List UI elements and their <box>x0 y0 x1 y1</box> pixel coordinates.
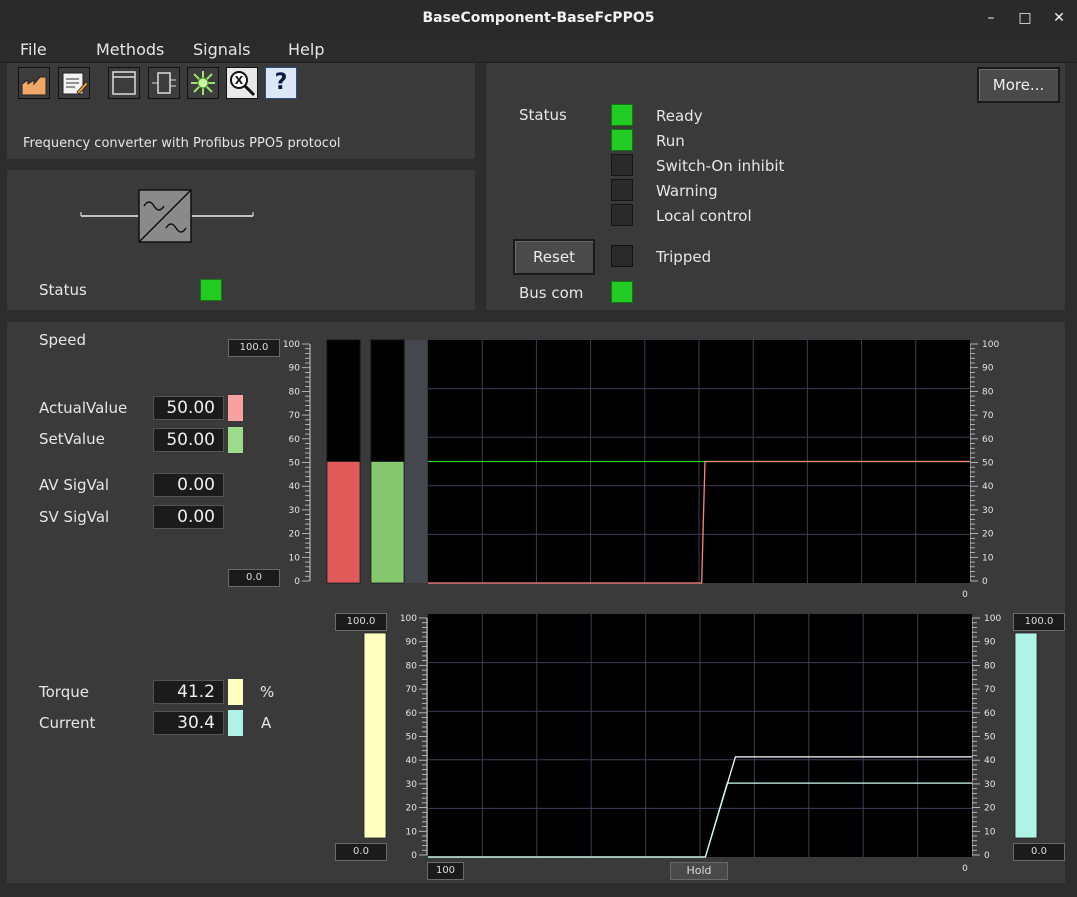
speed-right-tick-label: 0 <box>982 577 988 587</box>
speed-left-tick-label: 10 <box>289 553 301 563</box>
speed-left-tick-label: 30 <box>289 506 301 516</box>
lower-time-end-label: 0 <box>962 864 968 874</box>
speed-right-tick-label: 60 <box>982 435 994 445</box>
lower-right-tick-label: 70 <box>984 685 996 695</box>
lower-left-tick-label: 70 <box>406 685 418 695</box>
speed-right-tick-label: 20 <box>982 530 994 540</box>
speed-right-tick-label: 90 <box>982 364 994 374</box>
lower-right-tick-label: 20 <box>984 804 996 814</box>
speed-right-tick-label: 10 <box>982 553 994 563</box>
lower-left-tick-label: 50 <box>406 733 418 743</box>
lower-left-tick-label: 100 <box>400 614 417 624</box>
lower-right-tick-label: 90 <box>984 638 996 648</box>
lower-right-tick-label: 0 <box>984 851 990 861</box>
speed-actual-bar <box>326 461 361 584</box>
lower-right-tick-label: 10 <box>984 827 996 837</box>
speed-time-end-label: 0 <box>962 590 968 600</box>
speed-right-tick-label: 50 <box>982 459 994 469</box>
speed-right-tick-label: 40 <box>982 482 994 492</box>
speed-right-tick-label: 100 <box>982 340 999 350</box>
speed-right-axis: 0 10 20 30 40 50 60 70 80 90 100 <box>969 340 999 587</box>
speed-left-tick-label: 90 <box>289 364 301 374</box>
speed-left-tick-label: 50 <box>289 459 301 469</box>
current-scale-bar <box>1014 632 1038 839</box>
lower-left-tick-label: 60 <box>406 709 418 719</box>
speed-left-tick-label: 0 <box>294 577 300 587</box>
lower-left-tick-label: 0 <box>411 851 417 861</box>
speed-left-tick-label: 70 <box>289 411 301 421</box>
torque-scale-bar <box>363 632 387 839</box>
speed-left-tick-label: 20 <box>289 530 301 540</box>
lower-left-axis: 0 10 20 30 40 50 60 70 80 90 100 <box>400 614 428 861</box>
lower-left-tick-label: 10 <box>406 827 418 837</box>
lower-right-tick-label: 40 <box>984 756 996 766</box>
lower-left-tick-label: 20 <box>406 804 418 814</box>
lower-left-tick-label: 90 <box>406 638 418 648</box>
lower-right-tick-label: 60 <box>984 709 996 719</box>
lower-right-tick-label: 100 <box>984 614 1001 624</box>
lower-right-tick-label: 50 <box>984 733 996 743</box>
speed-left-tick-label: 100 <box>283 340 300 350</box>
speed-right-tick-label: 80 <box>982 387 994 397</box>
speed-left-tick-label: 60 <box>289 435 301 445</box>
lower-left-tick-label: 80 <box>406 661 418 671</box>
speed-set-bar <box>370 461 405 584</box>
speed-left-tick-label: 80 <box>289 387 301 397</box>
charts-layer: 0102030405060708090100010203040506070809… <box>283 339 1038 874</box>
lower-left-tick-label: 30 <box>406 780 418 790</box>
speed-right-tick-label: 30 <box>982 506 994 516</box>
lower-right-axis: 0 10 20 30 40 50 60 70 80 90 100 <box>971 614 1001 861</box>
lower-right-tick-label: 80 <box>984 661 996 671</box>
lower-right-tick-label: 30 <box>984 780 996 790</box>
speed-right-tick-label: 70 <box>982 411 994 421</box>
speed-bar-separator <box>405 340 427 583</box>
lower-left-tick-label: 40 <box>406 756 418 766</box>
speed-left-tick-label: 40 <box>289 482 301 492</box>
speed-left-axis: 0 10 20 30 40 50 60 70 80 90 100 <box>283 340 311 587</box>
